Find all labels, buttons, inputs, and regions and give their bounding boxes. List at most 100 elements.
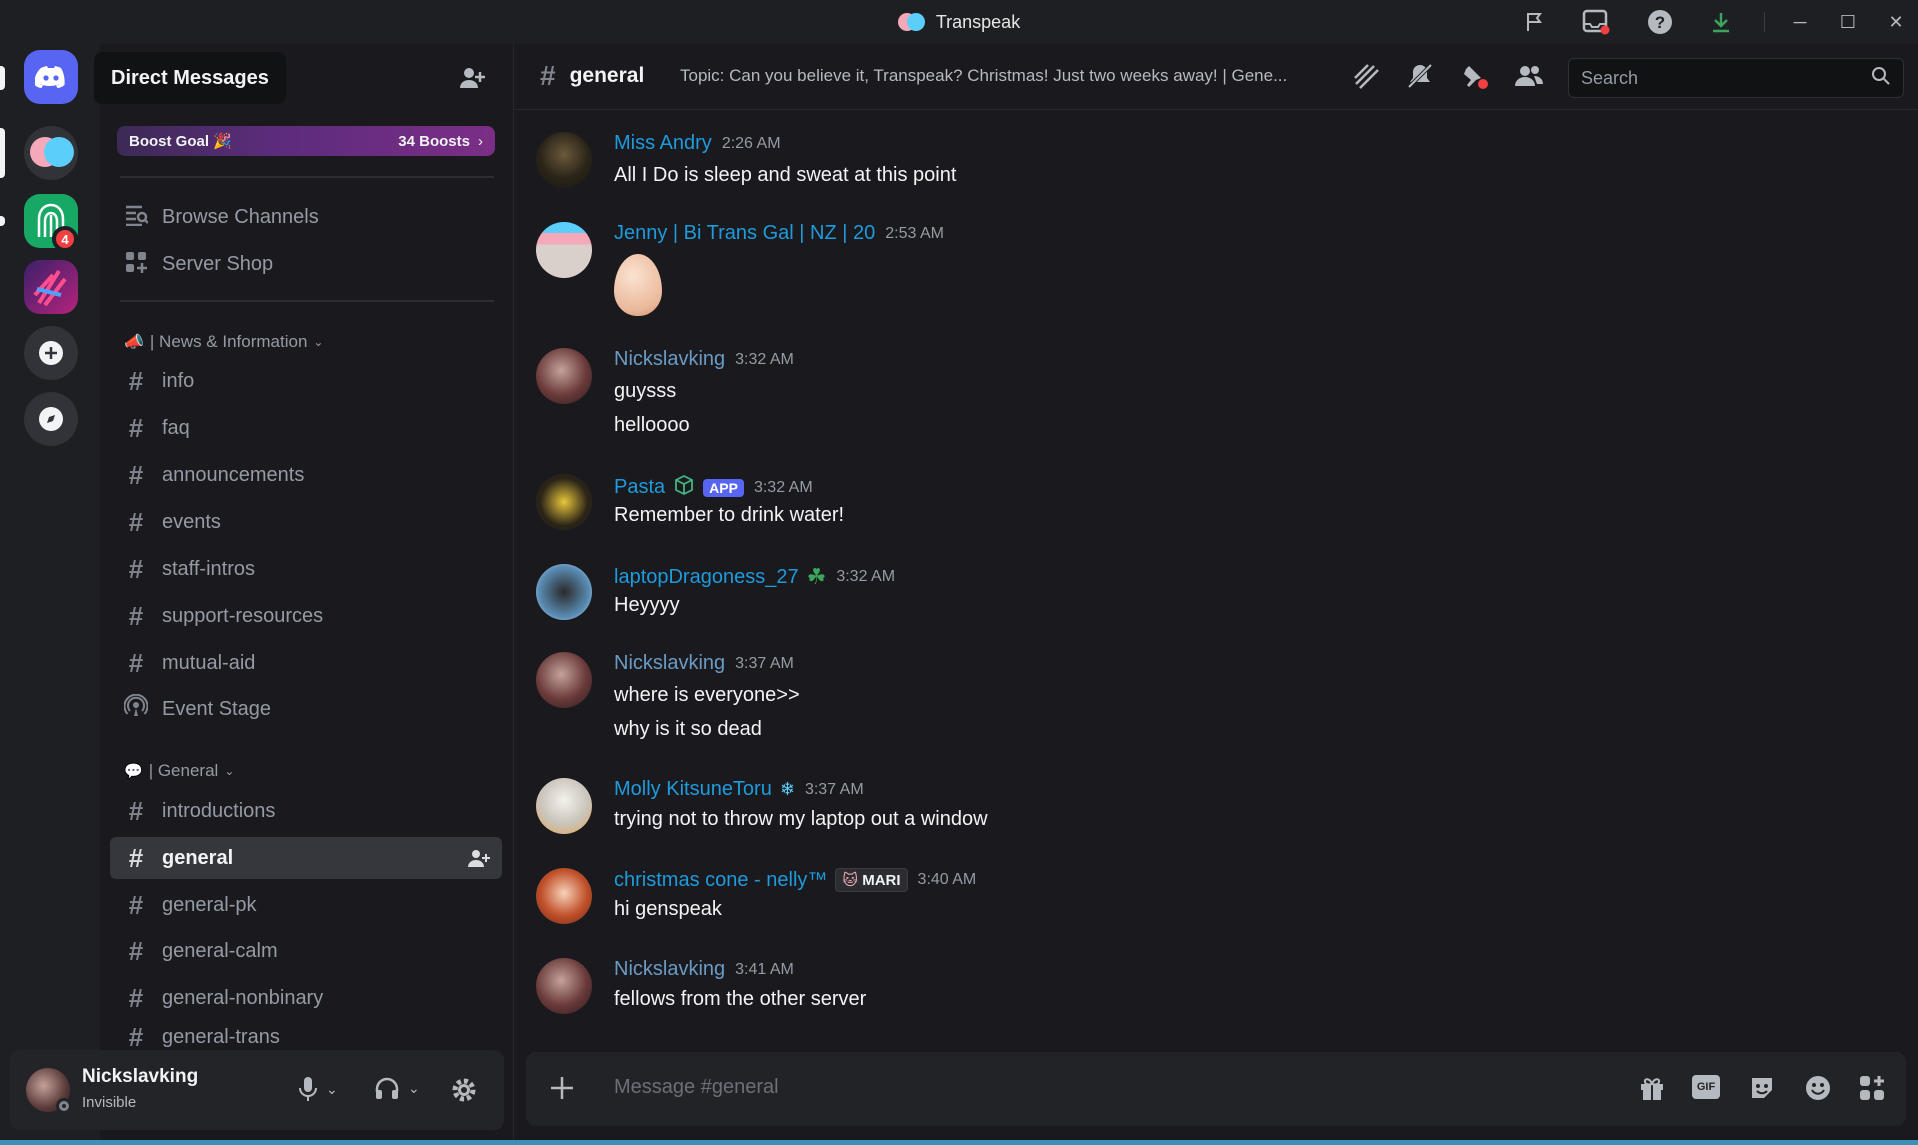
avatar[interactable] <box>536 778 592 834</box>
avatar[interactable] <box>536 474 592 530</box>
boost-goal-bar[interactable]: Boost Goal 🎉 34 Boosts › <box>117 126 495 156</box>
avatar[interactable] <box>536 132 592 188</box>
message-author[interactable]: Jenny | Bi Trans Gal | NZ | 20 <box>614 222 875 245</box>
sidebar-divider <box>120 300 494 302</box>
message-author[interactable]: Nickslavking <box>614 652 725 675</box>
flag-icon[interactable] <box>1521 8 1549 36</box>
add-server-button[interactable] <box>24 326 78 380</box>
hash-icon: # <box>128 889 144 920</box>
message-author[interactable]: Molly KitsuneToru <box>614 778 772 801</box>
channel-event-stage[interactable]: Event Stage <box>110 688 502 730</box>
close-button[interactable]: ✕ <box>1876 8 1916 36</box>
notification-settings-icon[interactable] <box>1406 62 1434 95</box>
browse-channels-button[interactable]: Browse Channels <box>110 196 502 238</box>
channel-general-pk[interactable]: # general-pk <box>110 884 502 926</box>
message: Nickslavking 3:32 AM guysss helloooo <box>536 348 1896 444</box>
channel-introductions[interactable]: # introductions <box>110 790 502 832</box>
megaphone-icon: 📣 <box>124 334 144 351</box>
username[interactable]: Nickslavking <box>82 1066 198 1088</box>
channel-faq[interactable]: # faq <box>110 407 502 449</box>
search-input[interactable]: Search <box>1568 58 1904 98</box>
pinned-messages-icon[interactable] <box>1460 62 1490 97</box>
create-invite-icon[interactable] <box>468 848 490 874</box>
upload-plus-icon[interactable] <box>548 1074 576 1107</box>
status-indicator <box>56 1098 72 1114</box>
message: Molly KitsuneToru ❄ 3:37 AM trying not t… <box>536 778 1896 838</box>
message-author[interactable]: Nickslavking <box>614 348 725 371</box>
taskbar-edge <box>0 1140 1918 1145</box>
message-author[interactable]: Pasta <box>614 476 665 499</box>
avatar[interactable] <box>536 564 592 620</box>
server-art[interactable] <box>24 260 78 314</box>
minimize-button[interactable]: ─ <box>1780 8 1820 36</box>
message-timestamp: 3:37 AM <box>804 780 864 798</box>
message-input[interactable]: Message #general <box>614 1076 779 1099</box>
sticker-icon[interactable] <box>1748 1074 1776 1107</box>
channel-general-trans[interactable]: # general-trans <box>110 1024 502 1050</box>
hash-icon: # <box>128 647 144 678</box>
message-author[interactable]: christmas cone - nelly™ <box>614 869 827 892</box>
avatar[interactable] <box>536 222 592 278</box>
message-author[interactable]: Miss Andry <box>614 132 712 155</box>
server-transpeak[interactable] <box>24 126 78 180</box>
microphone-button[interactable]: ⌄ <box>298 1076 338 1102</box>
avatar[interactable] <box>536 652 592 708</box>
maximize-button[interactable]: ☐ <box>1828 8 1868 36</box>
rail-active-indicator <box>0 128 5 178</box>
server-shop-button[interactable]: Server Shop <box>110 243 502 285</box>
message-timestamp: 3:32 AM <box>753 478 813 496</box>
avatar[interactable] <box>536 868 592 924</box>
inbox-icon[interactable] <box>1582 8 1610 36</box>
rail-indicator <box>0 66 5 90</box>
boost-goal-label: Boost Goal 🎉 <box>129 133 232 150</box>
boost-count: 34 Boosts <box>398 132 470 150</box>
channel-support-resources[interactable]: # support-resources <box>110 595 502 637</box>
avatar[interactable] <box>536 958 592 1014</box>
avatar[interactable] <box>536 348 592 404</box>
sidebar-divider <box>120 176 494 178</box>
discover-button[interactable] <box>24 392 78 446</box>
member-list-icon[interactable] <box>1514 62 1544 95</box>
channel-topic[interactable]: Topic: Can you believe it, Transpeak? Ch… <box>680 66 1330 86</box>
settings-gear-icon[interactable] <box>450 1076 478 1109</box>
channel-general-calm[interactable]: # general-calm <box>110 930 502 972</box>
message: Miss Andry 2:26 AM All I Do is sleep and… <box>536 132 1896 192</box>
message-text: All I Do is sleep and sweat at this poin… <box>614 164 957 186</box>
message-timestamp: 3:37 AM <box>735 654 794 672</box>
download-icon[interactable] <box>1707 8 1735 36</box>
message: Nickslavking 3:37 AM where is everyone>>… <box>536 652 1896 748</box>
channel-announcements[interactable]: # announcements <box>110 454 502 496</box>
emoji-icon[interactable] <box>1804 1074 1832 1107</box>
server-tag-badge: 🐱 MARI <box>835 868 908 892</box>
channel-mutual-aid[interactable]: # mutual-aid <box>110 642 502 684</box>
channel-events[interactable]: # events <box>110 501 502 543</box>
announcement-icon: # <box>128 459 144 490</box>
clover-icon: ☘ <box>806 564 827 589</box>
message: christmas cone - nelly™ 🐱 MARI 3:40 AM h… <box>536 868 1896 928</box>
category-news-information[interactable]: 📣 | News & Information ⌄ <box>124 330 323 354</box>
headphones-button[interactable]: ⌄ <box>374 1076 420 1100</box>
channel-info[interactable]: # info <box>110 360 502 402</box>
direct-messages-button[interactable] <box>24 50 78 104</box>
threads-icon[interactable] <box>1352 62 1380 95</box>
gift-icon[interactable] <box>1638 1074 1666 1107</box>
channel-general-nonbinary[interactable]: # general-nonbinary <box>110 977 502 1019</box>
server-logo-icon <box>897 11 926 33</box>
app-badge: APP <box>703 478 744 497</box>
channel-general[interactable]: # general <box>110 837 502 879</box>
category-general[interactable]: 💬 | General ⌄ <box>124 759 234 783</box>
hash-icon: # <box>128 506 144 537</box>
cube-icon <box>673 474 695 501</box>
gif-icon[interactable]: GIF <box>1692 1075 1720 1099</box>
message-author[interactable]: laptopDragoness_27 <box>614 566 799 589</box>
apps-icon[interactable] <box>1858 1074 1886 1107</box>
message: laptopDragoness_27 ☘ 3:32 AM Heyyyy <box>536 564 1896 624</box>
message: Pasta APP 3:32 AM Remember to drink wate… <box>536 474 1896 534</box>
help-icon[interactable]: ? <box>1646 8 1674 36</box>
message-timestamp: 3:40 AM <box>917 871 977 888</box>
channel-staff-intros[interactable]: # staff-intros <box>110 548 502 590</box>
message-author[interactable]: Nickslavking <box>614 958 725 981</box>
invite-people-icon[interactable] <box>458 64 486 97</box>
hash-icon: # <box>128 365 144 396</box>
hash-icon: # <box>128 795 144 826</box>
